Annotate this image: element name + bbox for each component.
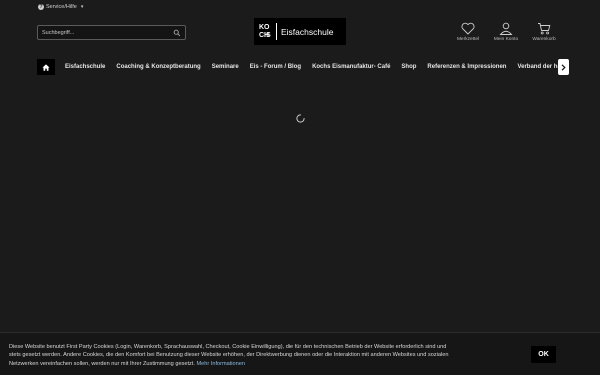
nav-item-seminare[interactable]: Seminare xyxy=(206,64,244,70)
nav-item-referenzen[interactable]: Referenzen & Impressionen xyxy=(422,64,512,70)
nav-item-eisfachschule[interactable]: Eisfachschule xyxy=(55,64,111,70)
search-input[interactable] xyxy=(42,29,173,36)
service-help-menu[interactable]: ? Service/Hilfe ▾ xyxy=(38,4,83,10)
cookie-text: Diese Website benutzt First Party Cookie… xyxy=(9,344,449,367)
cookie-ok-button[interactable]: OK xyxy=(531,346,556,363)
cart-button[interactable]: Warenkorb xyxy=(526,22,562,42)
cookie-banner: Diese Website benutzt First Party Cookie… xyxy=(0,332,600,375)
logo-text: Eisfachschule xyxy=(281,26,334,37)
chevron-down-icon: ▾ xyxy=(80,4,84,10)
nav-item-cafe[interactable]: Kochs Eismanufaktur- Café xyxy=(307,64,396,70)
search-icon[interactable] xyxy=(173,29,181,37)
nav-scroll-right-button[interactable] xyxy=(558,59,569,75)
heart-icon xyxy=(461,22,475,35)
nav-item-forum-blog[interactable]: Eis - Forum / Blog xyxy=(244,64,306,70)
nav-item-shop[interactable]: Shop xyxy=(396,64,422,70)
more-info-link[interactable]: Mehr Informationen xyxy=(196,361,245,367)
wishlist-label: Merkzettel xyxy=(456,37,480,42)
main-navigation: Eisfachschule Coaching & Konzeptberatung… xyxy=(37,59,569,75)
cart-icon xyxy=(538,23,551,35)
chevron-right-icon xyxy=(561,63,566,71)
account-button[interactable]: Mein Konto xyxy=(488,22,524,42)
account-label: Mein Konto xyxy=(493,37,519,42)
loading-spinner-icon xyxy=(296,114,305,123)
cart-label: Warenkorb xyxy=(532,37,556,42)
home-icon xyxy=(42,63,50,71)
logo-divider xyxy=(276,23,277,40)
wishlist-button[interactable]: Merkzettel xyxy=(450,22,486,42)
search-box xyxy=(37,25,186,40)
logo-mark: KO CH S xyxy=(259,23,271,39)
question-icon: ? xyxy=(38,4,44,10)
service-help-label: Service/Hilfe xyxy=(46,4,77,10)
nav-item-coaching[interactable]: Coaching & Konzeptberatung xyxy=(111,64,206,70)
site-logo[interactable]: KO CH S Eisfachschule xyxy=(254,18,346,45)
home-button[interactable] xyxy=(37,59,55,75)
user-icon xyxy=(499,22,513,35)
